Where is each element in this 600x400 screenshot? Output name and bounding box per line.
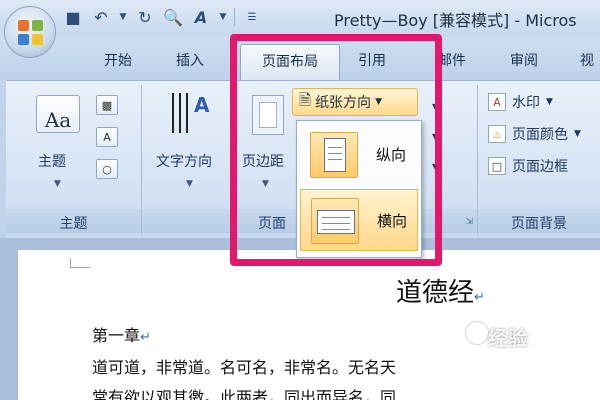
qat-menu-icon[interactable]: ☰ (241, 6, 263, 28)
watermark-chevron-icon: ▼ (546, 97, 553, 107)
portrait-label: 纵向 (376, 146, 407, 164)
landscape-page-shape (317, 210, 355, 234)
tab-references[interactable]: 引用 (358, 50, 386, 70)
page-border-label: 页面边框 (512, 159, 568, 175)
theme-group-label: 主题 (6, 209, 141, 233)
office-logo-icon (18, 20, 44, 46)
document-area: 道德经↵ 第一章↵ 道可道，非常道。名可名，非常名。无名天 常有欲以观其徼。此两… (0, 238, 600, 400)
title-bar: ■ ↶ ▼ ↻ 🔍 A ▼ ☰ Pretty—Boy [兼容模式] - Micr… (0, 0, 600, 36)
tab-mailings[interactable]: 邮件 (438, 50, 466, 70)
margin-mark (70, 258, 90, 268)
ribbon-tab-row: 开始 插入 页面布局 引用 邮件 审阅 视 (0, 36, 600, 80)
tab-page-layout[interactable]: 页面布局 (240, 44, 340, 80)
customize-qat-icon[interactable]: ▼ (218, 6, 228, 28)
dropdown-chevron-icon[interactable]: ▼ (118, 6, 128, 28)
watermark-label: 水印 (512, 95, 540, 111)
tab-review[interactable]: 审阅 (510, 50, 538, 70)
tab-view[interactable]: 视 (580, 50, 594, 70)
orientation-dropdown: 纵向 横向 (296, 120, 422, 258)
page-color-icon: ♨ (488, 125, 506, 143)
theme-group: Aa 主题 ▼ ▩ A ○ 主题 (6, 85, 142, 235)
orientation-portrait-item[interactable]: 纵向 (300, 124, 418, 186)
chapter-heading: 第一章↵ (92, 322, 151, 346)
orientation-chevron-icon: ▼ (375, 97, 382, 107)
page-color-label: 页面颜色 (512, 127, 568, 143)
quick-access-toolbar: ■ ↶ ▼ ↻ 🔍 A ▼ ☰ (62, 4, 263, 30)
window-title: Pretty—Boy [兼容模式] - Micros (334, 11, 577, 30)
watermark-icon: A (488, 93, 506, 111)
undo-icon[interactable]: ↶ (90, 6, 112, 28)
page-border-button[interactable]: □ 页面边框 (488, 156, 568, 176)
margins-icon[interactable] (252, 95, 284, 135)
chapter-text: 第一章 (92, 326, 141, 345)
margins-label[interactable]: 页边距 (242, 151, 284, 171)
theme-fonts-icon[interactable]: A (96, 127, 118, 147)
body-line-1: 道可道，非常道。名可名，非常名。无名天 (92, 358, 397, 377)
theme-button-label[interactable]: 主题 (38, 151, 66, 171)
document-title: 道德经↵ (396, 272, 485, 309)
body-line-2: 常有欲以观其徼。此两者，同出而异名，同 (92, 388, 397, 400)
print-preview-icon[interactable]: 🔍 (162, 6, 184, 28)
page-border-icon: □ (488, 157, 506, 175)
paragraph-mark-icon: ↵ (474, 290, 485, 305)
theme-icon[interactable]: Aa (36, 95, 80, 133)
theme-chevron-icon[interactable]: ▼ (54, 179, 61, 189)
theme-effects-icon[interactable]: ○ (96, 159, 118, 179)
portrait-page-shape (324, 138, 346, 172)
watermark-button[interactable]: A 水印 ▼ (488, 92, 553, 112)
margins-chevron-icon[interactable]: ▼ (262, 179, 269, 189)
orientation-icon: 🗎 (299, 90, 312, 109)
page-background-group-label: 页面背景 (478, 209, 600, 233)
redo-icon[interactable]: ↻ (134, 6, 156, 28)
watermark-text: 经验 (488, 326, 528, 350)
theme-colors-icon[interactable]: ▩ (96, 95, 118, 115)
document-title-text: 道德经 (396, 278, 475, 308)
orientation-button[interactable]: 🗎 纸张方向 ▼ (292, 88, 418, 116)
portrait-page-icon (310, 132, 358, 178)
orientation-landscape-item[interactable]: 横向 (300, 189, 418, 251)
landscape-page-icon (311, 198, 359, 244)
qat-separator (234, 8, 235, 26)
paragraph-mark-icon: ↵ (140, 330, 151, 345)
save-icon[interactable]: ■ (62, 6, 84, 28)
page-color-chevron-icon: ▼ (574, 129, 581, 139)
text-direction-chevron-icon[interactable]: ▼ (186, 179, 193, 189)
page-color-button[interactable]: ♨ 页面颜色 ▼ (488, 124, 581, 144)
office-button[interactable] (4, 6, 56, 58)
line-numbers-icon[interactable]: ▼ (432, 131, 440, 144)
breaks-icon[interactable]: ▼ (432, 101, 440, 114)
text-direction-label[interactable]: 文字方向 (156, 151, 212, 171)
text-direction-icon[interactable]: A (168, 93, 210, 139)
tab-insert[interactable]: 插入 (176, 50, 204, 70)
spelling-icon[interactable]: A (190, 6, 212, 28)
orientation-label: 纸张方向 (315, 95, 372, 111)
hyphenation-icon[interactable]: ▼ (432, 161, 440, 174)
watermark-logo-icon (466, 322, 488, 344)
page-setup-launcher-icon[interactable]: ⇲ (465, 217, 473, 227)
tab-home[interactable]: 开始 (104, 50, 132, 70)
landscape-label: 横向 (377, 212, 408, 230)
